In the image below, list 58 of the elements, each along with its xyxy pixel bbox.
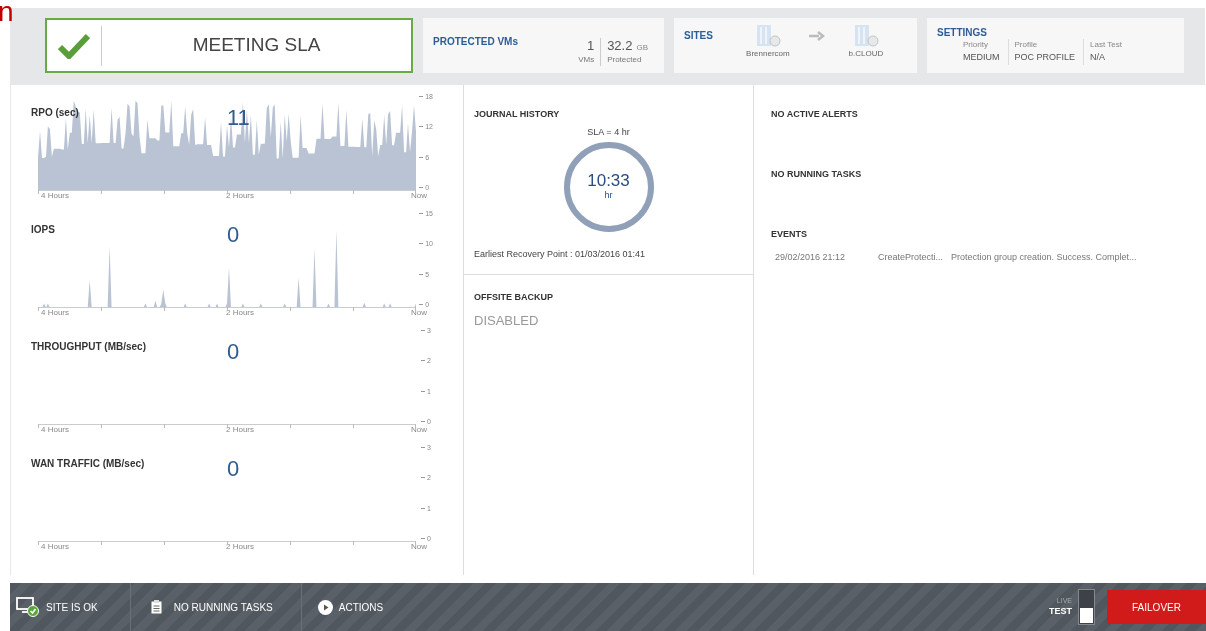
size-unit: GB — [636, 42, 648, 54]
target-site: b.CLOUD — [848, 48, 884, 60]
site-status: SITE IS OK — [46, 600, 98, 615]
clipboard-icon — [150, 600, 162, 614]
vm-count: 1 — [586, 38, 595, 55]
monitor-check-icon — [16, 597, 40, 617]
protected-size-label: Protected — [607, 54, 642, 67]
x-axis-label: Now — [410, 307, 427, 319]
mode-label: TEST — [1049, 605, 1072, 617]
vm-count-label: VMs — [578, 54, 595, 67]
x-axis-label: 4 Hours — [41, 424, 69, 436]
card-title: SETTINGS — [937, 28, 988, 38]
play-icon — [317, 599, 333, 615]
card-title: PROTECTED VMs — [433, 36, 518, 47]
journal-value: 10:33 — [587, 171, 630, 189]
chart-title: THROUGHPUT (MB/sec) — [31, 340, 146, 354]
source-site: Brennercom — [746, 48, 790, 60]
setting-value: N/A — [1090, 51, 1107, 64]
setting-value: MEDIUM — [963, 51, 1000, 64]
corner-text: n — [0, 0, 14, 26]
offsite-status: DISABLED — [474, 311, 540, 330]
protected-size: 32.2 — [607, 38, 633, 55]
x-axis-label: 4 Hours — [41, 541, 69, 553]
arrow-icon — [808, 31, 825, 41]
actions-button[interactable]: ACTIONS — [301, 583, 384, 631]
chart-title: IOPS — [31, 223, 55, 237]
sla-status-text: MEETING SLA — [191, 33, 322, 58]
sla-target: SLA = 4 hr — [587, 125, 630, 139]
running-tasks-button[interactable]: NO RUNNING TASKS — [130, 583, 302, 631]
section-title: JOURNAL HISTORY — [474, 108, 561, 121]
alerts-title: NO ACTIVE ALERTS — [771, 108, 859, 121]
x-axis-label: 4 Hours — [41, 307, 69, 319]
section-title: OFFSITE BACKUP — [474, 291, 554, 304]
mode-toggle[interactable] — [1078, 589, 1095, 625]
setting-label: Priority — [963, 39, 989, 51]
x-axis-label: Now — [410, 541, 427, 553]
tasks-title: NO RUNNING TASKS — [771, 167, 863, 181]
earliest-recovery-point: Earliest Recovery Point : 01/03/2016 01:41 — [474, 248, 647, 261]
journal-unit: hr — [604, 188, 613, 202]
x-axis-label: 4 Hours — [41, 190, 69, 202]
chart-value: 11 — [227, 104, 250, 132]
failover-button[interactable]: FAILOVER — [1107, 590, 1206, 624]
event-time: 29/02/2016 21:12 — [775, 250, 847, 264]
section-title: EVENTS — [771, 228, 808, 241]
chart-title: WAN TRAFFIC (MB/sec) — [31, 457, 145, 471]
chart-title: RPO (sec) — [31, 106, 79, 120]
chart-value: 0 — [227, 455, 240, 483]
x-axis-label: Now — [410, 190, 427, 202]
setting-label: Profile — [1014, 39, 1039, 51]
x-axis-label: Now — [410, 424, 427, 436]
event-description: Protection group creation. Success. Complet... — [951, 250, 1137, 264]
setting-value: POC PROFILE — [1014, 51, 1075, 64]
card-title: SITES — [684, 29, 713, 43]
chart-value: 0 — [227, 338, 240, 366]
setting-label: Last Test — [1090, 39, 1122, 51]
check-icon — [58, 32, 90, 59]
event-type: CreateProtecti... — [878, 250, 944, 264]
chart-value: 0 — [227, 221, 240, 249]
